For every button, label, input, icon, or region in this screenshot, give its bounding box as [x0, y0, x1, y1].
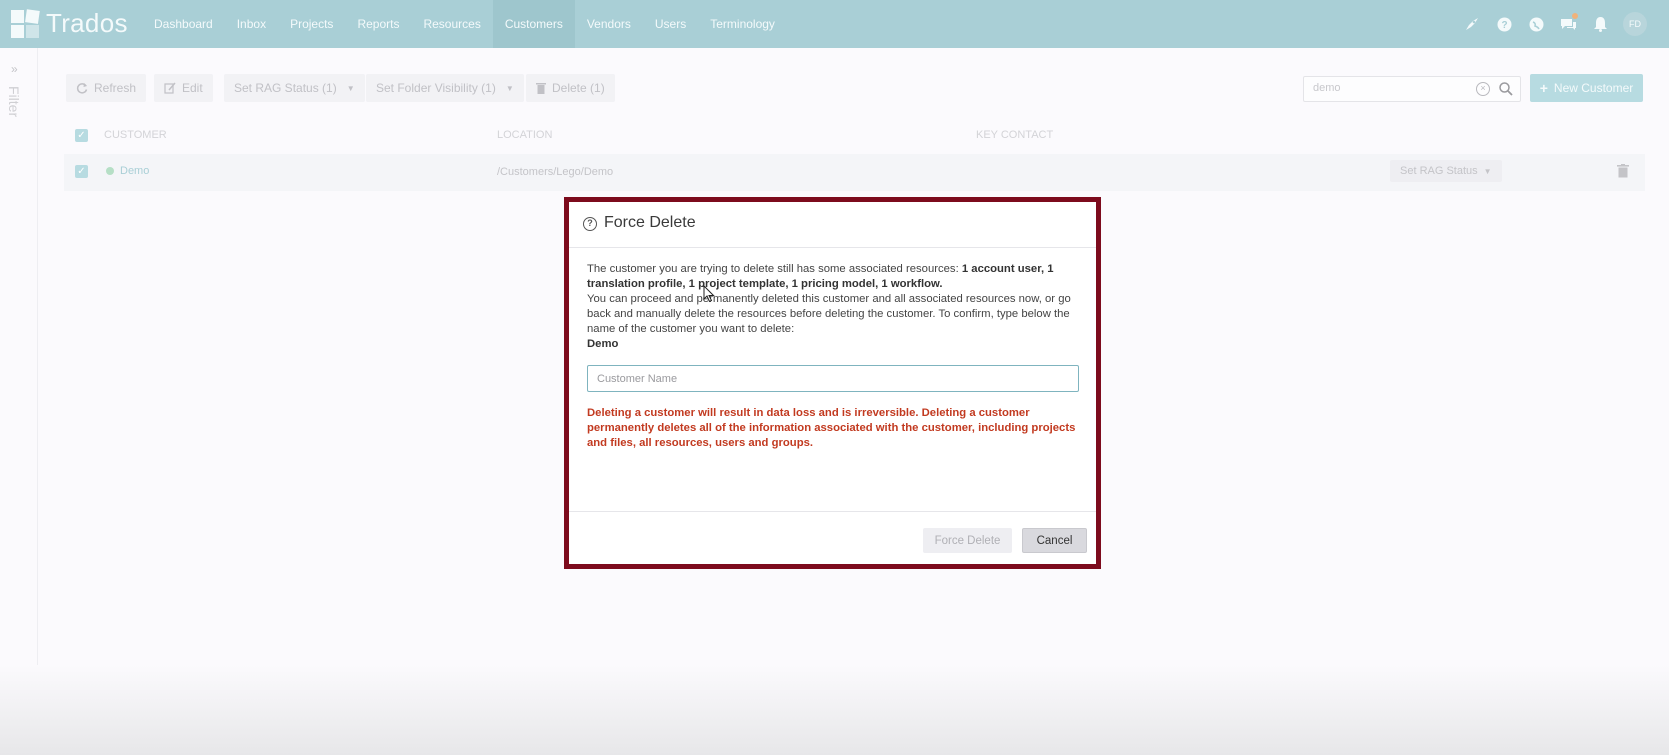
force-delete-dialog: ? Force Delete The customer you are tryi… — [564, 197, 1101, 569]
nav-customers[interactable]: Customers — [492, 0, 575, 48]
expand-chevron-icon[interactable]: » — [11, 62, 18, 76]
app-name[interactable]: Trados — [46, 8, 128, 39]
notification-dot — [1572, 13, 1578, 19]
trados-logo-icon[interactable] — [10, 9, 41, 40]
nav-vendors[interactable]: Vendors — [575, 0, 643, 48]
plus-icon: + — [1539, 80, 1548, 96]
trash-icon — [536, 83, 546, 94]
bell-icon[interactable] — [1591, 15, 1609, 33]
caret-down-icon: ▼ — [346, 83, 355, 93]
column-header-location[interactable]: LOCATION — [497, 129, 552, 141]
cancel-button[interactable]: Cancel — [1022, 528, 1087, 553]
set-folder-visibility-label: Set Folder Visibility (1) — [376, 81, 496, 95]
filter-panel[interactable]: » Filter — [0, 48, 38, 755]
refresh-button[interactable]: Refresh — [66, 74, 147, 102]
search-field[interactable]: demo × — [1303, 76, 1521, 102]
message-intro: The customer you are trying to delete st… — [587, 263, 962, 275]
nav-users[interactable]: Users — [643, 0, 698, 48]
chat-icon[interactable] — [1559, 13, 1578, 33]
top-navigation-bar: Trados Dashboard Inbox Projects Reports … — [0, 0, 1669, 48]
top-right-icons: ? FD — [1463, 0, 1647, 48]
user-avatar[interactable]: FD — [1623, 12, 1647, 36]
message-customer-name: Demo — [587, 338, 619, 350]
filter-label[interactable]: Filter — [6, 86, 22, 117]
search-value[interactable]: demo — [1313, 82, 1341, 94]
set-folder-visibility-button[interactable]: Set Folder Visibility (1) ▼ — [366, 74, 524, 102]
column-header-customer[interactable]: CUSTOMER — [104, 129, 167, 141]
rocket-icon[interactable] — [1463, 15, 1481, 33]
header-divider — [569, 247, 1096, 248]
edit-button[interactable]: Edit — [154, 74, 213, 102]
force-delete-button[interactable]: Force Delete — [923, 528, 1012, 553]
caret-down-icon: ▼ — [505, 83, 514, 93]
bottom-shade — [0, 665, 1669, 755]
svg-text:?: ? — [1501, 20, 1507, 31]
dialog-message: The customer you are trying to delete st… — [587, 262, 1079, 352]
new-customer-label: New Customer — [1553, 81, 1634, 95]
edit-icon — [164, 82, 176, 94]
edit-label: Edit — [182, 81, 203, 95]
clear-search-icon[interactable]: × — [1476, 82, 1490, 96]
customer-name[interactable]: Demo — [120, 165, 149, 177]
select-all-checkbox[interactable]: ✓ — [75, 129, 88, 142]
nav-projects[interactable]: Projects — [278, 0, 345, 48]
row-set-rag-status-button[interactable]: Set RAG Status ▼ — [1390, 160, 1502, 182]
globe-icon[interactable] — [1527, 15, 1545, 33]
caret-down-icon: ▼ — [1483, 166, 1492, 176]
set-rag-status-label: Set RAG Status (1) — [234, 81, 337, 95]
nav-dashboard[interactable]: Dashboard — [142, 0, 225, 48]
nav-terminology[interactable]: Terminology — [698, 0, 787, 48]
delete-label: Delete (1) — [552, 81, 605, 95]
main-nav: Dashboard Inbox Projects Reports Resourc… — [142, 0, 787, 48]
row-trash-icon[interactable] — [1617, 164, 1629, 178]
column-header-key-contact[interactable]: KEY CONTACT — [976, 129, 1053, 141]
customer-name-link[interactable]: Demo — [106, 165, 149, 177]
row-checkbox[interactable]: ✓ — [75, 165, 88, 178]
delete-button[interactable]: Delete (1) — [526, 74, 615, 102]
help-icon[interactable]: ? — [1495, 15, 1513, 33]
customer-location: /Customers/Lego/Demo — [497, 166, 614, 178]
nav-resources[interactable]: Resources — [411, 0, 492, 48]
customer-name-input[interactable] — [587, 365, 1079, 392]
refresh-label: Refresh — [94, 81, 137, 95]
status-dot — [106, 167, 114, 175]
footer-divider — [569, 511, 1096, 512]
question-icon: ? — [583, 217, 597, 231]
new-customer-button[interactable]: + New Customer — [1530, 74, 1643, 102]
message-instructions: You can proceed and permanently deleted … — [587, 293, 1071, 335]
nav-inbox[interactable]: Inbox — [225, 0, 278, 48]
dialog-title: Force Delete — [604, 214, 696, 231]
data-loss-warning: Deleting a customer will result in data … — [587, 407, 1076, 449]
nav-reports[interactable]: Reports — [345, 0, 411, 48]
refresh-icon — [76, 83, 88, 94]
set-rag-status-button[interactable]: Set RAG Status (1) ▼ — [224, 74, 365, 102]
mouse-cursor-icon — [703, 285, 715, 303]
search-icon[interactable] — [1498, 81, 1514, 97]
row-set-rag-status-label: Set RAG Status — [1400, 165, 1478, 177]
